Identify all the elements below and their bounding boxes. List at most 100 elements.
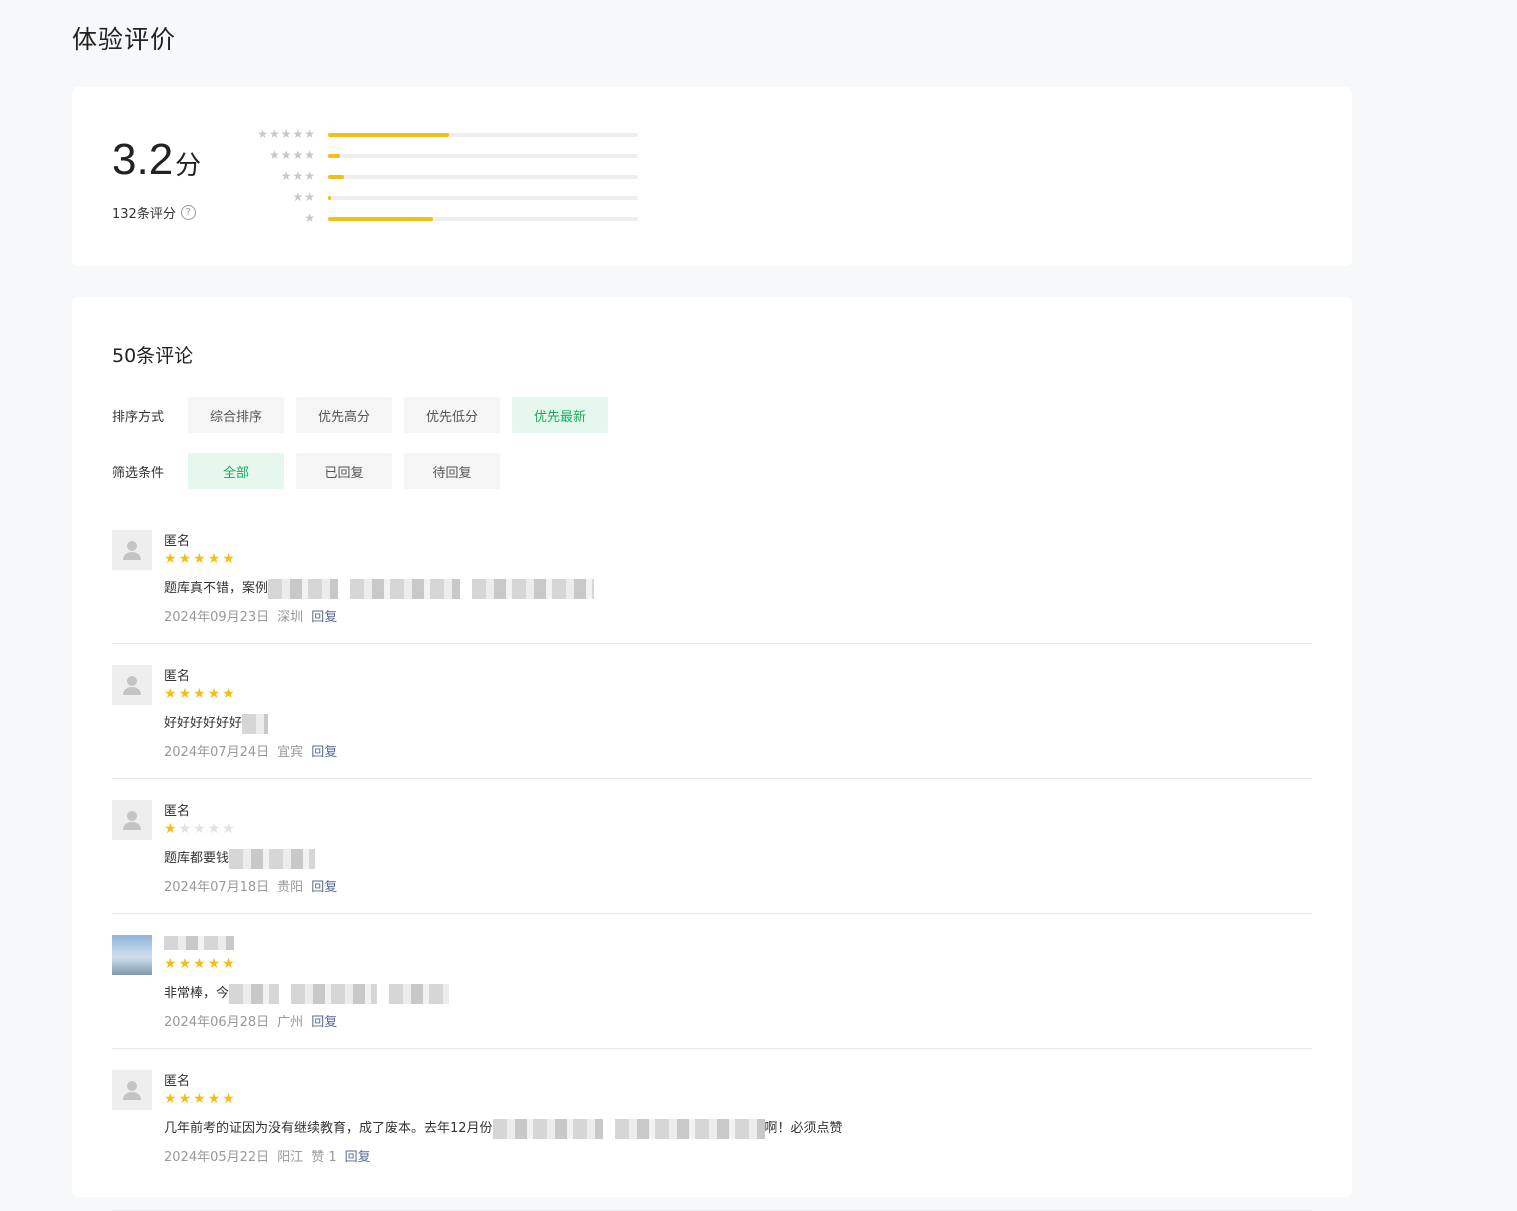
user-placeholder-icon: [123, 676, 141, 695]
star-icon: ★: [207, 956, 223, 972]
sort-option[interactable]: 综合排序: [188, 397, 284, 433]
distribution-bar-track: [328, 217, 638, 221]
review-stars: ★★★★★: [164, 551, 237, 567]
review-meta: 2024年07月24日 宜宾 回复: [164, 741, 337, 760]
distribution-stars: ★★★★★: [257, 127, 316, 141]
review-date: 2024年06月28日: [164, 1015, 270, 1030]
distribution-row: ★★★★: [242, 148, 638, 169]
star-icon: ★: [178, 686, 194, 702]
filter-options: 全部 已回复 待回复: [188, 453, 512, 489]
avatar: [112, 665, 152, 705]
filter-option[interactable]: 待回复: [404, 453, 500, 489]
redacted-text: [472, 578, 595, 599]
star-icon: ★: [222, 551, 237, 567]
distribution-row: ★★★: [242, 169, 638, 190]
redacted-text: [389, 983, 450, 1004]
reviews-card: 50条评论 排序方式 综合排序 优先高分 优先低分 优先最新 筛选条件 全部 已回复 待回…: [72, 297, 1352, 1211]
reviewer-name: [164, 935, 234, 950]
review-stars: ★★★★★: [164, 821, 237, 837]
review-stars: ★★★★★: [164, 1091, 237, 1107]
reply-link[interactable]: 回复: [311, 606, 337, 625]
review-item: 匿名 ★★★★★ 题库真不错，案例 2024年09月23日 深圳 回复: [112, 530, 1312, 644]
star-icon: ★: [164, 821, 179, 837]
distribution-row: ★: [242, 211, 638, 232]
star-icon: ★: [207, 551, 223, 567]
review-stars: ★★★★★: [164, 956, 237, 972]
redacted-text: [268, 578, 339, 599]
rating-count-label: 132条评分: [112, 207, 176, 222]
review-location: 贵阳: [277, 880, 304, 895]
redacted-text: [229, 983, 280, 1004]
user-placeholder-icon: [123, 541, 141, 560]
redacted-text: [242, 713, 269, 734]
star-icon: ★: [178, 1091, 194, 1107]
distribution-bar-fill: [328, 196, 332, 200]
star-icon: ★: [178, 956, 194, 972]
review-date: 2024年05月22日: [164, 1150, 270, 1165]
reply-link[interactable]: 回复: [311, 1011, 337, 1030]
filter-option[interactable]: 全部: [188, 453, 284, 489]
avatar: [112, 800, 152, 840]
filter-option[interactable]: 已回复: [296, 453, 392, 489]
filter-row: 筛选条件 全部 已回复 待回复: [112, 453, 512, 489]
star-icon: ★: [222, 821, 237, 837]
sort-option[interactable]: 优先高分: [296, 397, 392, 433]
sort-option[interactable]: 优先最新: [512, 397, 608, 433]
avatar: [112, 1070, 152, 1110]
like-count[interactable]: 赞 1: [311, 1146, 336, 1165]
redacted-text: [492, 1118, 603, 1139]
reply-link[interactable]: 回复: [311, 741, 337, 760]
distribution-bar-track: [328, 196, 638, 200]
sort-option[interactable]: 优先低分: [404, 397, 500, 433]
star-icon: ★: [164, 956, 179, 972]
review-text: 题库都要钱: [164, 847, 316, 869]
star-icon: ★: [193, 551, 208, 567]
review-item: ★★★★★ 非常棒，今 2024年06月28日 广州 回复: [112, 935, 1312, 1049]
review-meta: 2024年07月18日 贵阳 回复: [164, 876, 337, 895]
review-text: 好好好好好好: [164, 712, 269, 734]
star-icon: ★: [222, 956, 237, 972]
distribution-bar-track: [328, 175, 638, 179]
distribution-bar-fill: [328, 133, 449, 137]
rating-count: 132条评分 ?: [112, 203, 196, 222]
rating-summary-card: 3.2分 132条评分 ? ★★★★★ ★★★★ ★★★ ★★ ★: [72, 87, 1352, 266]
score-value: 3.2: [112, 135, 174, 184]
review-stars: ★★★★★: [164, 686, 237, 702]
review-date: 2024年07月24日: [164, 745, 270, 760]
star-icon: ★: [207, 1091, 223, 1107]
review-text: 几年前考的证因为没有继续教育，成了废本。去年12月份 啊！必须点赞: [164, 1117, 843, 1139]
reviewer-name: 匿名: [164, 534, 191, 549]
distribution-stars: ★★★: [280, 169, 316, 183]
question-mark-icon[interactable]: ?: [180, 205, 196, 220]
distribution-stars: ★★: [292, 190, 316, 204]
rating-distribution: ★★★★★ ★★★★ ★★★ ★★ ★: [242, 127, 638, 232]
review-item: 匿名 ★★★★★ 几年前考的证因为没有继续教育，成了废本。去年12月份 啊！必须点赞 2…: [112, 1070, 1312, 1211]
star-icon: ★: [222, 686, 237, 702]
avatar: [112, 530, 152, 570]
review-item: 匿名 ★★★★★ 好好好好好好 2024年07月24日 宜宾 回复: [112, 665, 1312, 779]
distribution-bar-track: [328, 133, 638, 137]
star-icon: ★: [193, 821, 208, 837]
star-icon: ★: [207, 686, 223, 702]
reviewer-name: 匿名: [164, 1074, 191, 1089]
reply-link[interactable]: 回复: [311, 876, 337, 895]
star-icon: ★: [222, 1091, 237, 1107]
review-location: 深圳: [277, 610, 304, 625]
review-meta: 2024年09月23日 深圳 回复: [164, 606, 337, 625]
redacted-text: [291, 983, 378, 1004]
star-icon: ★: [164, 686, 179, 702]
reply-link[interactable]: 回复: [345, 1146, 371, 1165]
star-icon: ★: [193, 956, 208, 972]
star-icon: ★: [207, 821, 223, 837]
sort-label: 排序方式: [112, 409, 165, 425]
reviews-title: 50条评论: [112, 345, 194, 367]
star-icon: ★: [193, 1091, 208, 1107]
review-item: 匿名 ★★★★★ 题库都要钱 2024年07月18日 贵阳 回复: [112, 800, 1312, 914]
reviewer-name: 匿名: [164, 804, 191, 819]
distribution-bar-fill: [328, 154, 341, 158]
review-meta: 2024年05月22日 阳江赞 1 回复: [164, 1146, 371, 1165]
distribution-bar-track: [328, 154, 638, 158]
review-location: 宜宾: [277, 745, 304, 760]
star-icon: ★: [178, 551, 194, 567]
star-icon: ★: [164, 1091, 179, 1107]
